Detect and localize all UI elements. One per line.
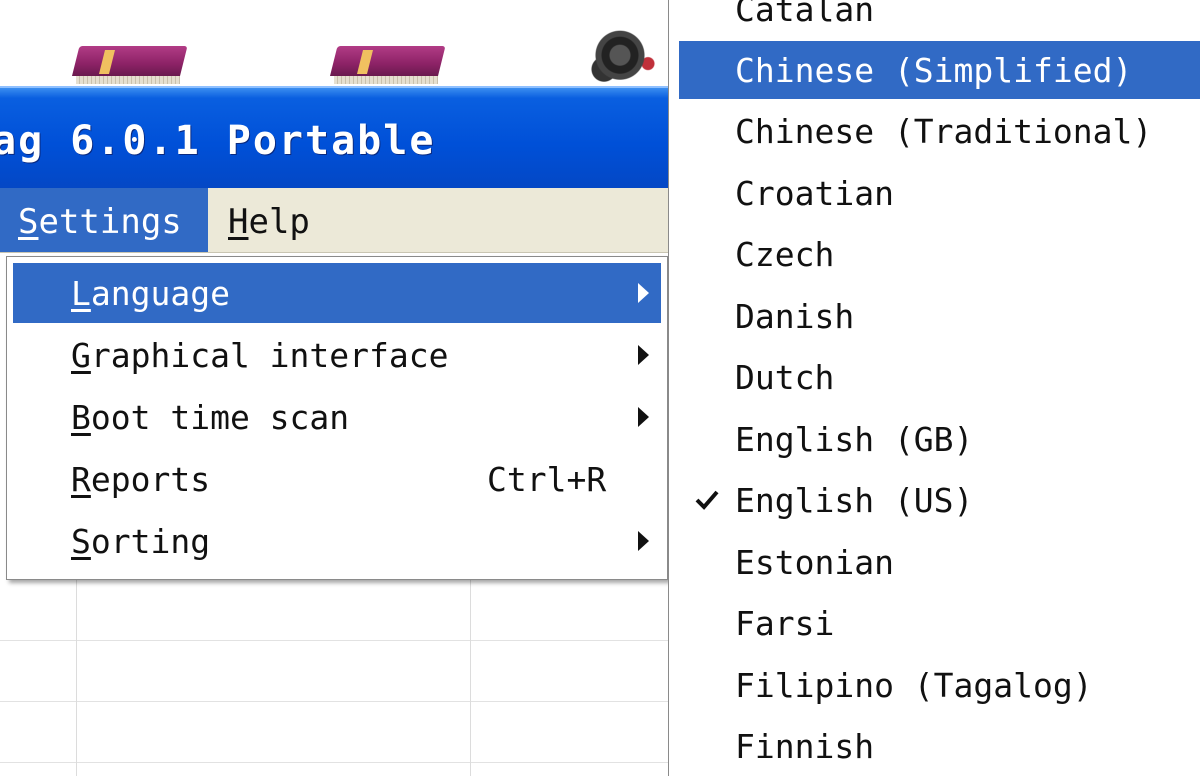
keyboard-shortcut: Ctrl+R [487,460,607,499]
language-label: English (GB) [735,420,974,459]
label-text: eports [90,460,211,499]
menu-settings-mnemonic: S [18,202,39,242]
language-label: Dutch [735,358,835,397]
app-content-grid [0,580,670,776]
mnemonic-letter: G [71,336,91,375]
menu-item-label: Reports [71,449,210,511]
language-option-croatian[interactable]: Croatian [679,164,1200,222]
checkmark-icon [695,490,719,510]
menu-item-label: Boot time scan [71,387,349,449]
language-option-czech[interactable]: Czech [679,225,1200,283]
window-title: ag 6.0.1 Portable [0,118,436,164]
language-label: Chinese (Simplified) [735,51,1133,90]
language-label: Chinese (Traditional) [735,112,1153,151]
language-option-dutch[interactable]: Dutch [679,348,1200,406]
language-option-danish[interactable]: Danish [679,287,1200,345]
menu-item-sorting[interactable]: Sorting [13,511,661,571]
menu-item-language[interactable]: Language [13,263,661,323]
language-option-catalan[interactable]: Catalan [679,0,1200,38]
menu-item-label: Sorting [71,511,210,573]
language-option-chinese-traditional[interactable]: Chinese (Traditional) [679,102,1200,160]
label-text: raphical interface [90,336,449,375]
submenu-arrow-icon [638,345,649,365]
language-submenu: Catalan Chinese (Simplified) Chinese (Tr… [668,0,1200,776]
label-text: anguage [90,274,230,313]
label-text: oot time scan [90,398,350,437]
submenu-arrow-icon [638,407,649,427]
label-text: orting [90,522,211,561]
submenu-arrow-icon [638,531,649,551]
mnemonic-letter: S [71,522,91,561]
menu-help[interactable]: Help [210,188,328,252]
menu-bar: Settings Help [0,188,670,253]
language-label: Estonian [735,543,894,582]
language-label: Filipino (Tagalog) [735,666,1093,705]
language-option-filipino-tagalog[interactable]: Filipino (Tagalog) [679,656,1200,714]
language-label: Czech [735,235,835,274]
submenu-arrow-icon [638,283,649,303]
language-label: Finnish [735,727,875,766]
menu-item-boot-time-scan[interactable]: Boot time scan [13,387,661,447]
flower-desktop-icon[interactable] [588,30,668,86]
menu-item-label: Language [71,263,230,325]
language-option-english-us[interactable]: English (US) [679,471,1200,529]
language-option-farsi[interactable]: Farsi [679,594,1200,652]
menu-settings-label: ettings [38,202,182,242]
menu-help-label: elp [248,202,310,242]
desktop-background [0,0,670,90]
book-desktop-icon[interactable] [72,46,188,86]
mnemonic-letter: R [71,460,91,499]
menu-item-reports[interactable]: Reports Ctrl+R [13,449,661,509]
language-label: Danish [735,297,855,336]
language-option-english-gb[interactable]: English (GB) [679,410,1200,468]
settings-dropdown-menu: Language Graphical interface Boot time s… [6,256,668,580]
menu-item-graphical-interface[interactable]: Graphical interface [13,325,661,385]
language-option-chinese-simplified[interactable]: Chinese (Simplified) [679,41,1200,99]
mnemonic-letter: B [71,398,91,437]
language-option-estonian[interactable]: Estonian [679,533,1200,591]
language-label: English (US) [735,481,974,520]
mnemonic-letter: L [71,274,91,313]
menu-settings[interactable]: Settings [0,188,208,252]
menu-item-label: Graphical interface [71,325,449,387]
language-label: Croatian [735,174,894,213]
window-title-bar[interactable]: ag 6.0.1 Portable [0,86,670,190]
book-desktop-icon[interactable] [330,46,446,86]
grid-divider [76,580,77,776]
grid-divider [470,580,471,776]
language-label: Farsi [735,604,835,643]
language-option-finnish[interactable]: Finnish [679,717,1200,775]
language-label: Catalan [735,0,875,29]
menu-help-mnemonic: H [228,202,249,242]
